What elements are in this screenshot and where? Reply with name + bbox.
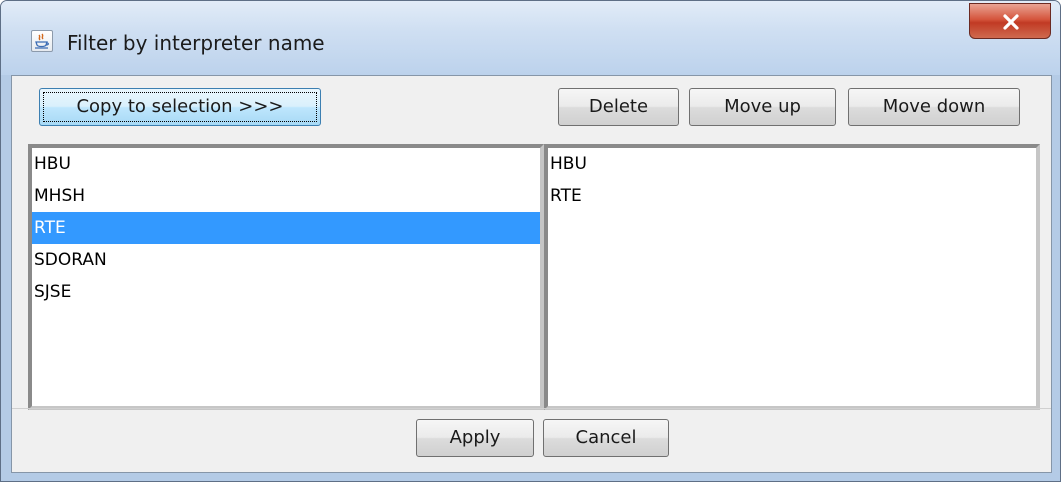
cancel-button[interactable]: Cancel [543,419,669,457]
move-up-button[interactable]: Move up [689,88,836,126]
java-app-icon [31,30,53,52]
dialog-content: Copy to selection >>> Delete Move up Mov… [11,75,1052,473]
available-interpreter-item[interactable]: SDORAN [32,244,540,276]
selected-interpreter-item[interactable]: HBU [548,148,1036,180]
delete-button[interactable]: Delete [558,88,679,126]
available-interpreter-item[interactable]: SJSE [32,276,540,308]
available-interpreters-list[interactable]: HBU MHSH RTE SDORAN SJSE [28,144,544,410]
footer-divider [12,408,1051,409]
available-interpreter-item[interactable]: RTE [32,212,540,244]
close-button[interactable] [969,3,1051,39]
selected-interpreter-item[interactable]: RTE [548,180,1036,212]
apply-button[interactable]: Apply [416,419,534,457]
copy-to-selection-button[interactable]: Copy to selection >>> [39,88,321,126]
selected-interpreters-list[interactable]: HBU RTE [544,144,1040,410]
window-title: Filter by interpreter name [67,31,325,55]
available-interpreter-item[interactable]: HBU [32,148,540,180]
close-icon [1003,14,1019,30]
move-down-button[interactable]: Move down [848,88,1020,126]
dialog-window: Filter by interpreter name Copy to selec… [0,0,1061,482]
title-bar[interactable]: Filter by interpreter name [1,1,1060,75]
focus-ring [43,92,317,122]
available-interpreter-item[interactable]: MHSH [32,180,540,212]
